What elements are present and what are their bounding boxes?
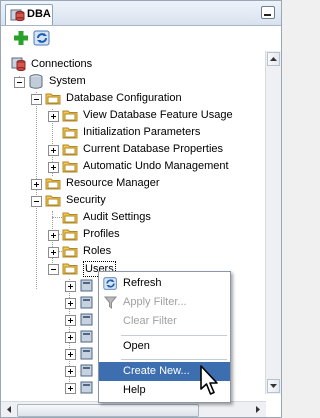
- menu-item-label: Create New...: [123, 365, 190, 377]
- expand-toggle[interactable]: [31, 179, 42, 190]
- folder-icon: [62, 161, 78, 173]
- tree-item-label: System: [49, 75, 86, 87]
- tree-item-label: Current Database Properties: [83, 143, 224, 155]
- tree-item-label: Initialization Parameters: [83, 126, 201, 138]
- dba-tab[interactable]: DBA: [5, 4, 53, 25]
- filter-icon: [104, 296, 117, 309]
- panel-titlebar: DBA: [1, 1, 281, 26]
- dba-database-icon: [10, 9, 25, 22]
- folder-icon: [62, 263, 78, 275]
- scroll-down-button[interactable]: [267, 379, 280, 393]
- scroll-up-button[interactable]: [267, 52, 280, 66]
- add-icon[interactable]: [12, 29, 30, 47]
- folder-icon: [45, 93, 61, 105]
- tree-item-label: Profiles: [83, 228, 120, 240]
- expand-toggle[interactable]: [65, 366, 76, 377]
- expand-toggle[interactable]: [48, 247, 59, 258]
- folder-icon: [62, 229, 78, 241]
- expand-toggle[interactable]: [65, 349, 76, 360]
- tree-item-label: Roles: [83, 245, 112, 257]
- vertical-scrollbar[interactable]: [265, 51, 281, 394]
- scroll-left-button[interactable]: [4, 404, 14, 415]
- expand-toggle[interactable]: [48, 162, 59, 173]
- menu-item-label: Help: [123, 384, 146, 396]
- folder-icon: [45, 178, 61, 190]
- object-icon: [80, 296, 93, 309]
- database-icon: [29, 74, 43, 89]
- object-icon: [80, 279, 93, 292]
- expand-toggle[interactable]: [48, 111, 59, 122]
- collapse-toggle[interactable]: [31, 196, 42, 207]
- folder-icon: [62, 110, 78, 122]
- expand-toggle[interactable]: [48, 145, 59, 156]
- connections-icon: [11, 57, 26, 72]
- object-icon: [80, 330, 93, 343]
- folder-icon: [62, 246, 78, 258]
- menu-separator: [121, 335, 227, 336]
- refresh-icon[interactable]: [33, 29, 51, 47]
- folder-icon: [62, 127, 78, 139]
- folder-icon: [62, 144, 78, 156]
- tree-item-label: Connections: [31, 58, 93, 70]
- object-icon: [80, 347, 93, 360]
- toolbar: [1, 26, 281, 50]
- collapse-toggle[interactable]: [31, 94, 42, 105]
- scroll-right-button[interactable]: [253, 404, 263, 415]
- tree-item-label: Audit Settings: [83, 211, 151, 223]
- tree-item-label: Automatic Undo Management: [83, 160, 229, 172]
- expand-toggle[interactable]: [65, 298, 76, 309]
- expand-toggle[interactable]: [65, 383, 76, 394]
- collapse-toggle[interactable]: [14, 77, 25, 88]
- expand-toggle[interactable]: [65, 315, 76, 326]
- menu-item-label: Refresh: [123, 277, 162, 289]
- horizontal-scroll-thumb[interactable]: [17, 404, 199, 417]
- menu-item-label: Open: [123, 340, 150, 352]
- menu-item-label: Clear Filter: [123, 315, 177, 327]
- menu-item-label: Apply Filter...: [123, 296, 187, 308]
- mouse-pointer-icon: [200, 365, 218, 395]
- folder-icon: [45, 195, 61, 207]
- object-icon: [80, 381, 93, 394]
- menu-item-apply-filter[interactable]: Apply Filter...: [99, 293, 230, 312]
- tree-item-label: View Database Feature Usage: [83, 109, 233, 121]
- expand-toggle[interactable]: [48, 230, 59, 241]
- horizontal-scrollbar[interactable]: [1, 401, 266, 417]
- menu-item-clear-filter[interactable]: Clear Filter: [99, 312, 230, 331]
- tab-title: DBA: [27, 8, 51, 20]
- menu-item-refresh[interactable]: Refresh: [99, 274, 230, 293]
- menu-separator: [121, 359, 227, 360]
- object-icon: [80, 313, 93, 326]
- expand-toggle[interactable]: [65, 332, 76, 343]
- object-icon: [80, 364, 93, 377]
- folder-icon: [62, 212, 78, 224]
- refresh-icon: [103, 277, 117, 290]
- expand-toggle[interactable]: [65, 281, 76, 292]
- menu-item-open[interactable]: Open: [99, 337, 230, 356]
- tree-item-label: Security: [66, 194, 106, 206]
- minimize-icon[interactable]: [261, 6, 275, 19]
- tree-item-label: Resource Manager: [66, 177, 160, 189]
- collapse-toggle[interactable]: [48, 264, 59, 275]
- tree-item-label: Database Configuration: [66, 92, 182, 104]
